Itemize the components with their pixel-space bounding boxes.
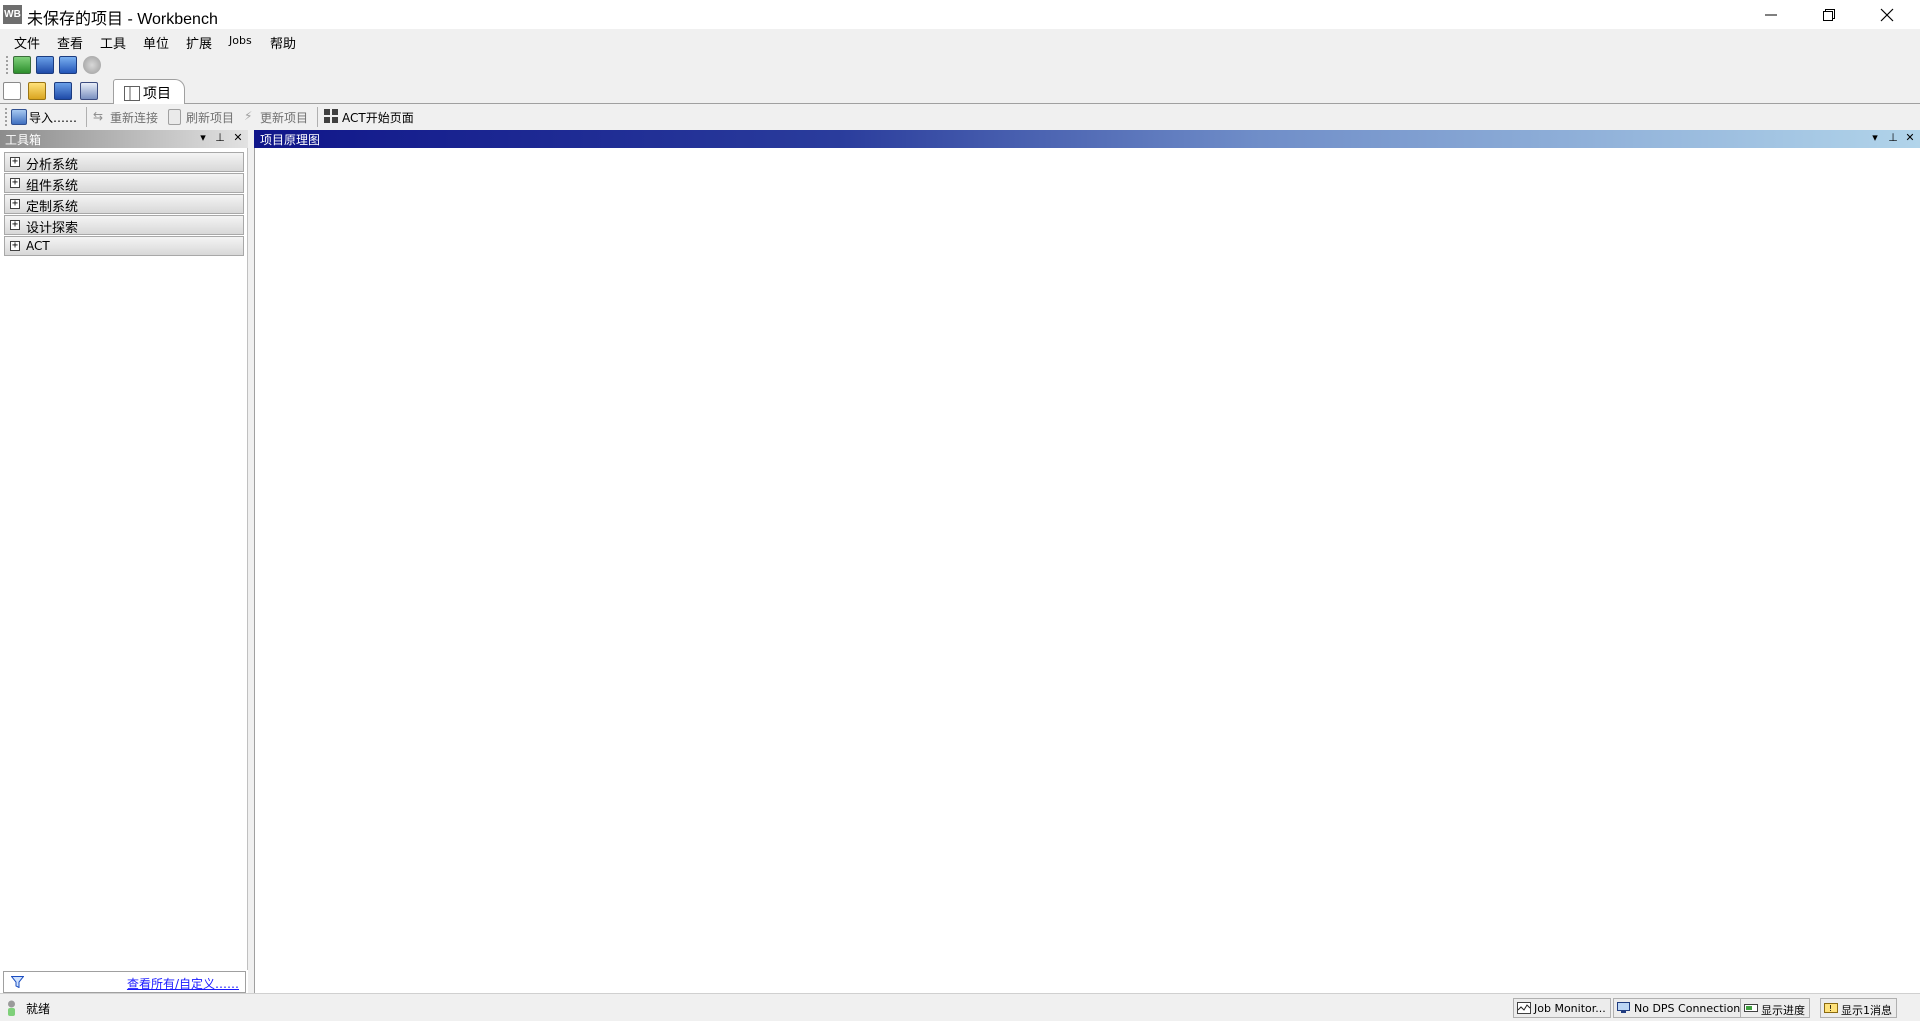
close-icon — [1880, 8, 1894, 21]
pin-icon[interactable]: ⊥ — [1886, 131, 1900, 144]
toolbox-category-component-systems[interactable]: + 组件系统 — [4, 173, 244, 194]
tab-project-label: 项目 — [143, 86, 171, 102]
save-as-icon[interactable] — [80, 82, 98, 100]
minimize-button[interactable] — [1742, 0, 1800, 29]
title-bar: WB 未保存的项目 - Workbench — [0, 0, 1920, 29]
menu-help[interactable]: 帮助 — [270, 33, 296, 52]
new-icon[interactable] — [3, 82, 21, 100]
dps-connection-icon — [1617, 1002, 1630, 1013]
show-messages-button[interactable]: ! 显示1消息 — [1820, 998, 1897, 1018]
open-icon[interactable] — [28, 82, 46, 100]
save-icon[interactable] — [54, 82, 72, 100]
act-start-page-icon — [324, 109, 338, 123]
progress-icon — [1744, 1004, 1758, 1012]
standard-toolbar — [0, 52, 1920, 78]
schematic-title: 项目原理图 — [260, 133, 321, 147]
action-toolbar: 导入…… ⇆ 重新连接 刷新项目 ⚡ 更新项目 ACT开始页面 — [0, 104, 1920, 130]
category-label: ACT — [26, 239, 50, 253]
refresh-icon[interactable] — [83, 56, 101, 74]
category-label: 设计探索 — [26, 221, 79, 236]
category-label: 分析系统 — [26, 158, 79, 173]
show-progress-label: 显示进度 — [1761, 1004, 1805, 1017]
close-panel-icon[interactable]: ✕ — [1903, 131, 1917, 144]
expand-icon[interactable]: + — [10, 241, 20, 251]
close-panel-icon[interactable]: ✕ — [231, 131, 245, 144]
expand-icon[interactable]: + — [10, 220, 20, 230]
panel-menu-chevron-icon[interactable]: ▾ — [1868, 131, 1882, 144]
status-bar: 就绪 Job Monitor... No DPS Connection 显示进度… — [0, 993, 1920, 1021]
schematic-header: 项目原理图 ▾ ⊥ ✕ — [254, 130, 1920, 148]
job-monitor-button[interactable]: Job Monitor... — [1513, 998, 1611, 1018]
update-project-icon: ⚡ — [244, 109, 253, 123]
show-progress-button[interactable]: 显示进度 — [1740, 998, 1810, 1018]
workbench-app-icon: WB — [3, 5, 22, 24]
schematic-tab-icon — [124, 86, 140, 101]
import-button[interactable]: 导入…… — [29, 109, 77, 126]
reconnect-icon: ⇆ — [93, 109, 104, 123]
job-monitor-icon — [1517, 1002, 1531, 1014]
job-monitor-label: Job Monitor... — [1534, 1002, 1606, 1015]
toolbox-header: 工具箱 ▾ ⊥ ✕ — [0, 130, 248, 148]
project-schematic-canvas[interactable] — [254, 148, 1920, 993]
menu-jobs[interactable]: Jobs — [229, 34, 252, 47]
refresh-project-button[interactable]: 刷新项目 — [186, 109, 234, 126]
toolbox-category-design-exploration[interactable]: + 设计探索 — [4, 215, 244, 236]
category-label: 组件系统 — [26, 179, 79, 194]
dps-connection-label: No DPS Connection — [1634, 1002, 1741, 1015]
save-as-icon[interactable] — [59, 56, 77, 74]
save-icon[interactable] — [36, 56, 54, 74]
toolbox-category-act[interactable]: + ACT — [4, 236, 244, 256]
restore-icon — [1823, 8, 1835, 21]
import-project-icon[interactable] — [13, 56, 31, 74]
minimize-icon — [1765, 14, 1777, 15]
status-light-icon — [8, 1000, 15, 1016]
menu-file[interactable]: 文件 — [14, 33, 40, 52]
expand-icon[interactable]: + — [10, 178, 20, 188]
menu-extensions[interactable]: 扩展 — [186, 33, 212, 52]
message-icon: ! — [1824, 1003, 1838, 1013]
refresh-project-icon — [168, 109, 181, 125]
toolbox-title: 工具箱 — [5, 133, 42, 147]
svg-text:!: ! — [1829, 1004, 1832, 1013]
status-text: 就绪 — [26, 1002, 51, 1016]
close-window-button[interactable] — [1858, 0, 1916, 29]
toolbar-grip[interactable] — [5, 108, 8, 126]
panel-menu-chevron-icon[interactable]: ▾ — [196, 131, 210, 144]
update-project-button[interactable]: 更新项目 — [260, 109, 308, 126]
category-label: 定制系统 — [26, 200, 79, 215]
reconnect-button[interactable]: 重新连接 — [110, 109, 158, 126]
toolbox-category-custom-systems[interactable]: + 定制系统 — [4, 194, 244, 215]
menu-units[interactable]: 单位 — [143, 33, 169, 52]
act-start-page-button[interactable]: ACT开始页面 — [342, 109, 414, 126]
expand-icon[interactable]: + — [10, 199, 20, 209]
toolbox-category-analysis-systems[interactable]: + 分析系统 — [4, 152, 244, 173]
restore-button[interactable] — [1800, 0, 1858, 29]
filter-icon[interactable] — [11, 976, 24, 988]
toolbar-grip[interactable] — [6, 56, 9, 74]
toolbox-panel: + 分析系统 + 组件系统 + 定制系统 + 设计探索 + ACT — [0, 148, 248, 970]
expand-icon[interactable]: + — [10, 157, 20, 167]
dps-connection-button[interactable]: No DPS Connection — [1613, 998, 1746, 1018]
menu-bar: 文件 查看 工具 单位 扩展 Jobs 帮助 — [0, 29, 1920, 52]
toolbar-separator — [317, 107, 318, 127]
toolbar-separator — [86, 107, 87, 127]
menu-tools[interactable]: 工具 — [100, 33, 126, 52]
project-toolbar — [0, 78, 1920, 104]
tab-project[interactable]: 项目 — [113, 79, 185, 105]
menu-view[interactable]: 查看 — [57, 33, 83, 52]
pin-icon[interactable]: ⊥ — [213, 131, 227, 144]
show-messages-label: 显示1消息 — [1841, 1004, 1892, 1017]
view-all-customize-link[interactable]: 查看所有/自定义…… — [127, 975, 239, 992]
window-title: 未保存的项目 - Workbench — [27, 11, 218, 28]
toolbox-filter-bar: 查看所有/自定义…… — [3, 971, 246, 993]
import-icon — [11, 109, 27, 125]
